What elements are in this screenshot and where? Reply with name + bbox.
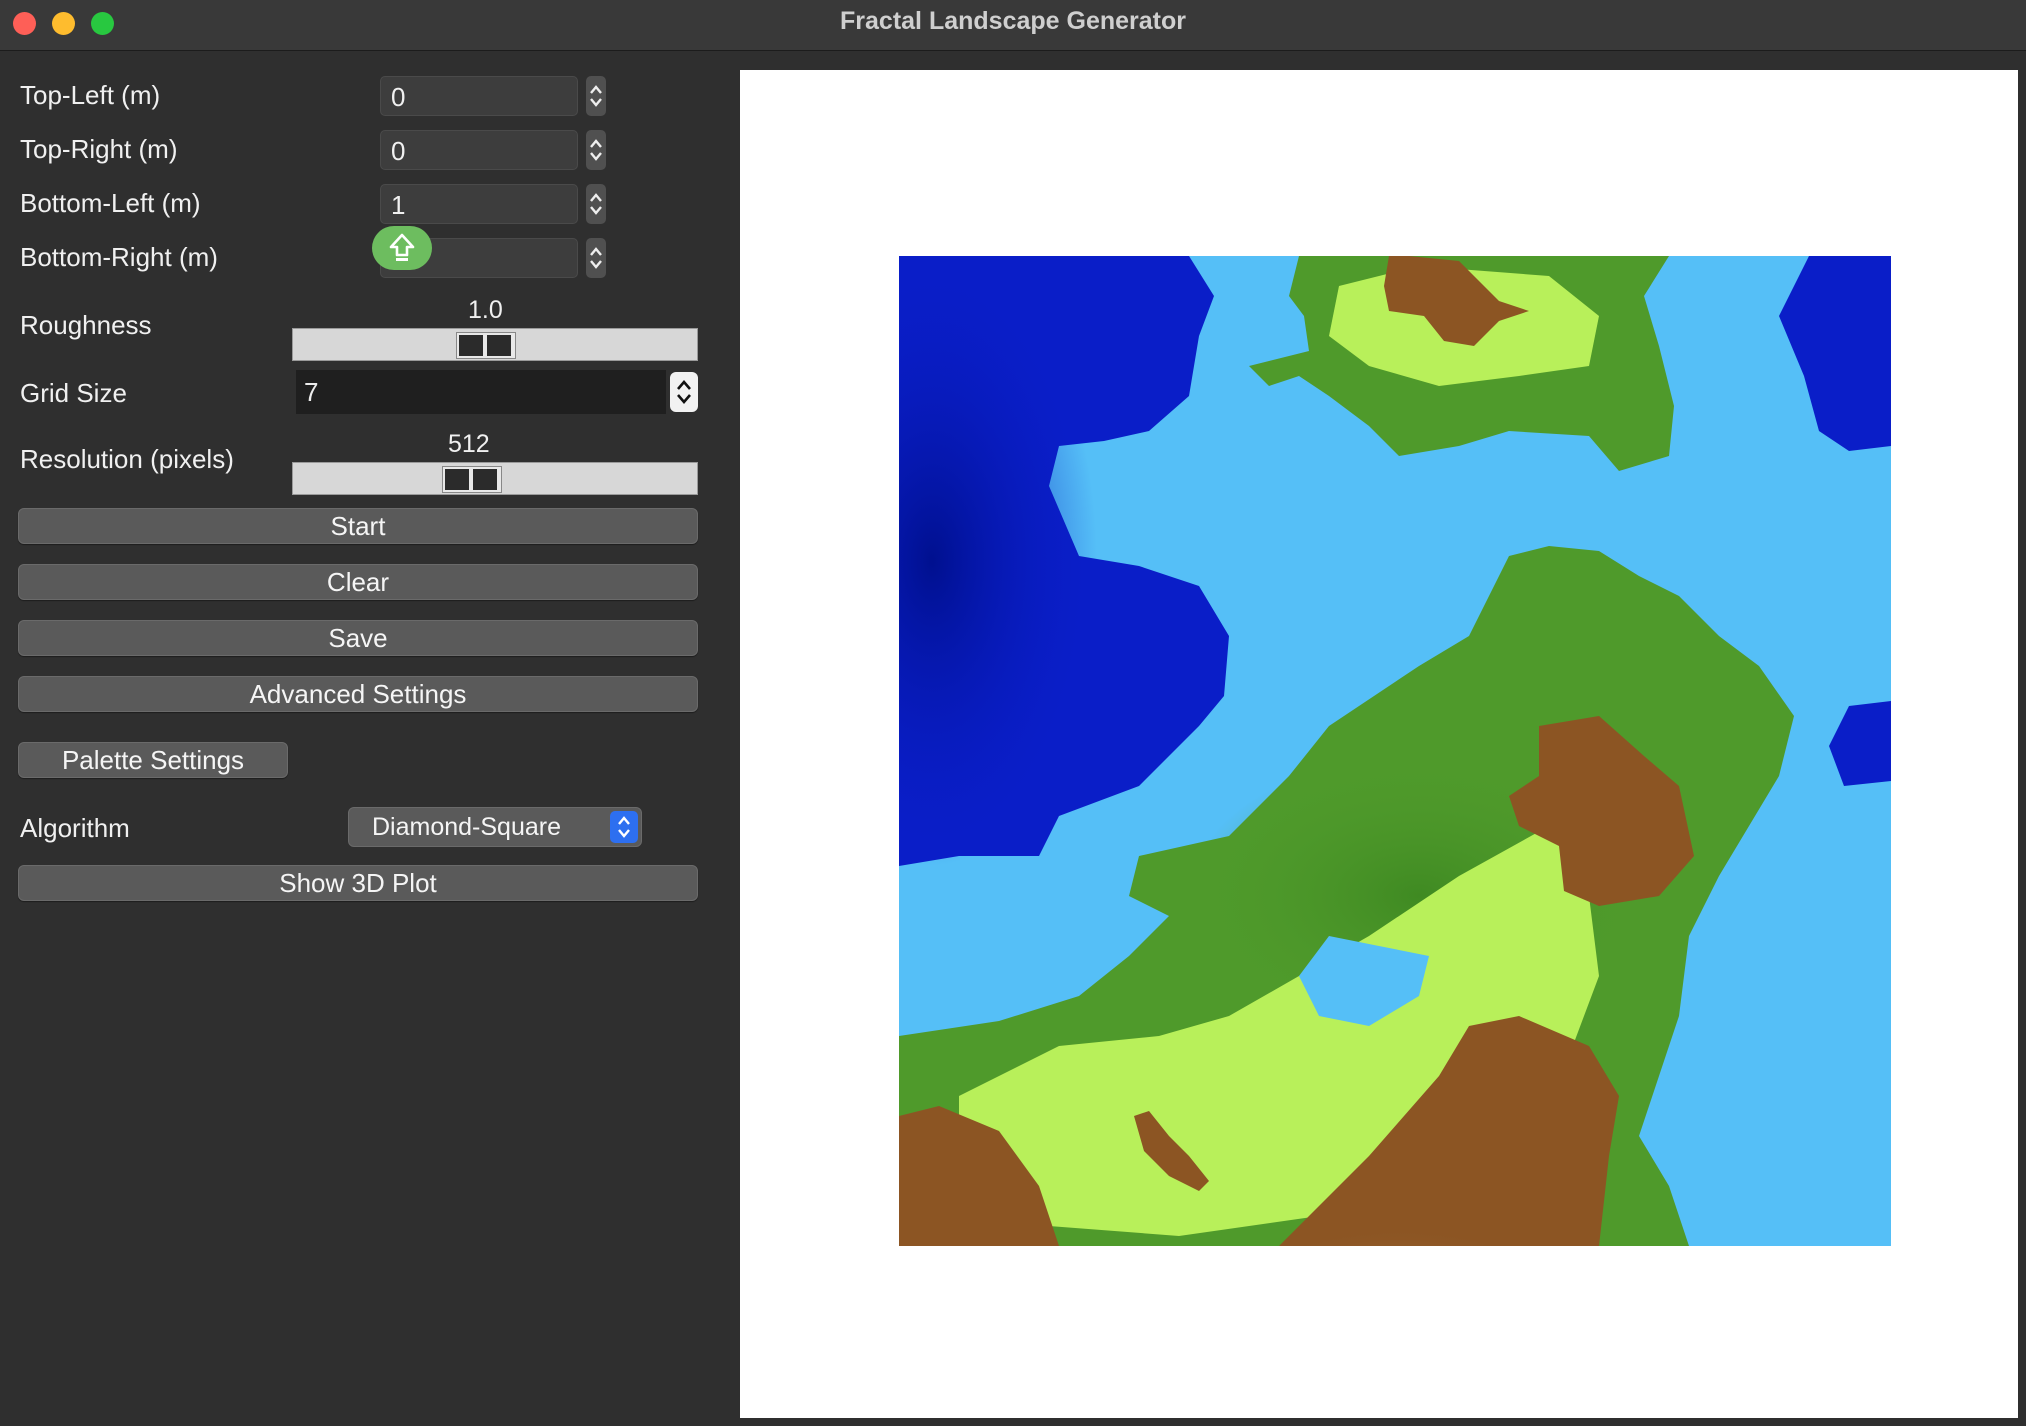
palette-settings-button[interactable]: Palette Settings: [18, 742, 288, 778]
stepper-arrows-icon: [590, 85, 602, 107]
top-left-label: Top-Left (m): [20, 80, 161, 110]
deep-water-shading: [899, 256, 1229, 866]
algorithm-select[interactable]: Diamond-Square: [348, 807, 642, 847]
stepper-arrows-icon: [677, 380, 691, 404]
resolution-label: Resolution (pixels): [20, 444, 234, 474]
grid-size-stepper[interactable]: [670, 372, 698, 412]
grid-size-label: Grid Size: [20, 378, 127, 408]
stepper-arrows-icon: [590, 247, 602, 269]
grid-size-input[interactable]: 7: [296, 370, 666, 414]
algorithm-selected-value: Diamond-Square: [372, 813, 561, 841]
top-left-stepper[interactable]: [586, 76, 606, 116]
show-3d-plot-button[interactable]: Show 3D Plot: [18, 865, 698, 901]
landscape-canvas-area: [740, 70, 2018, 1418]
title-bar: Fractal Landscape Generator: [0, 0, 2026, 51]
advanced-settings-button[interactable]: Advanced Settings: [18, 676, 698, 712]
top-left-input[interactable]: 0: [380, 76, 578, 116]
landscape-heightmap: [899, 256, 1891, 1246]
bottom-left-stepper[interactable]: [586, 184, 606, 224]
stepper-arrows-icon: [590, 139, 602, 161]
top-right-label: Top-Right (m): [20, 134, 178, 164]
bottom-right-label: Bottom-Right (m): [20, 242, 218, 272]
window-title: Fractal Landscape Generator: [840, 7, 1186, 35]
save-button[interactable]: Save: [18, 620, 698, 656]
roughness-value: 1.0: [468, 296, 503, 324]
top-right-stepper[interactable]: [586, 130, 606, 170]
select-arrows-icon: [610, 811, 638, 843]
stepper-arrows-icon: [590, 193, 602, 215]
bottom-left-input[interactable]: 1: [380, 184, 578, 224]
algorithm-label: Algorithm: [20, 813, 130, 843]
roughness-label: Roughness: [20, 310, 152, 340]
resolution-slider[interactable]: [292, 462, 698, 495]
roughness-slider-handle[interactable]: [455, 332, 516, 359]
resolution-slider-handle[interactable]: [442, 466, 503, 493]
resolution-value: 512: [448, 430, 490, 458]
shift-key-overlay-icon: [372, 226, 432, 270]
start-button[interactable]: Start: [18, 508, 698, 544]
roughness-slider[interactable]: [292, 328, 698, 361]
clear-button[interactable]: Clear: [18, 564, 698, 600]
bottom-left-label: Bottom-Left (m): [20, 188, 201, 218]
bottom-right-stepper[interactable]: [586, 238, 606, 278]
top-right-input[interactable]: 0: [380, 130, 578, 170]
